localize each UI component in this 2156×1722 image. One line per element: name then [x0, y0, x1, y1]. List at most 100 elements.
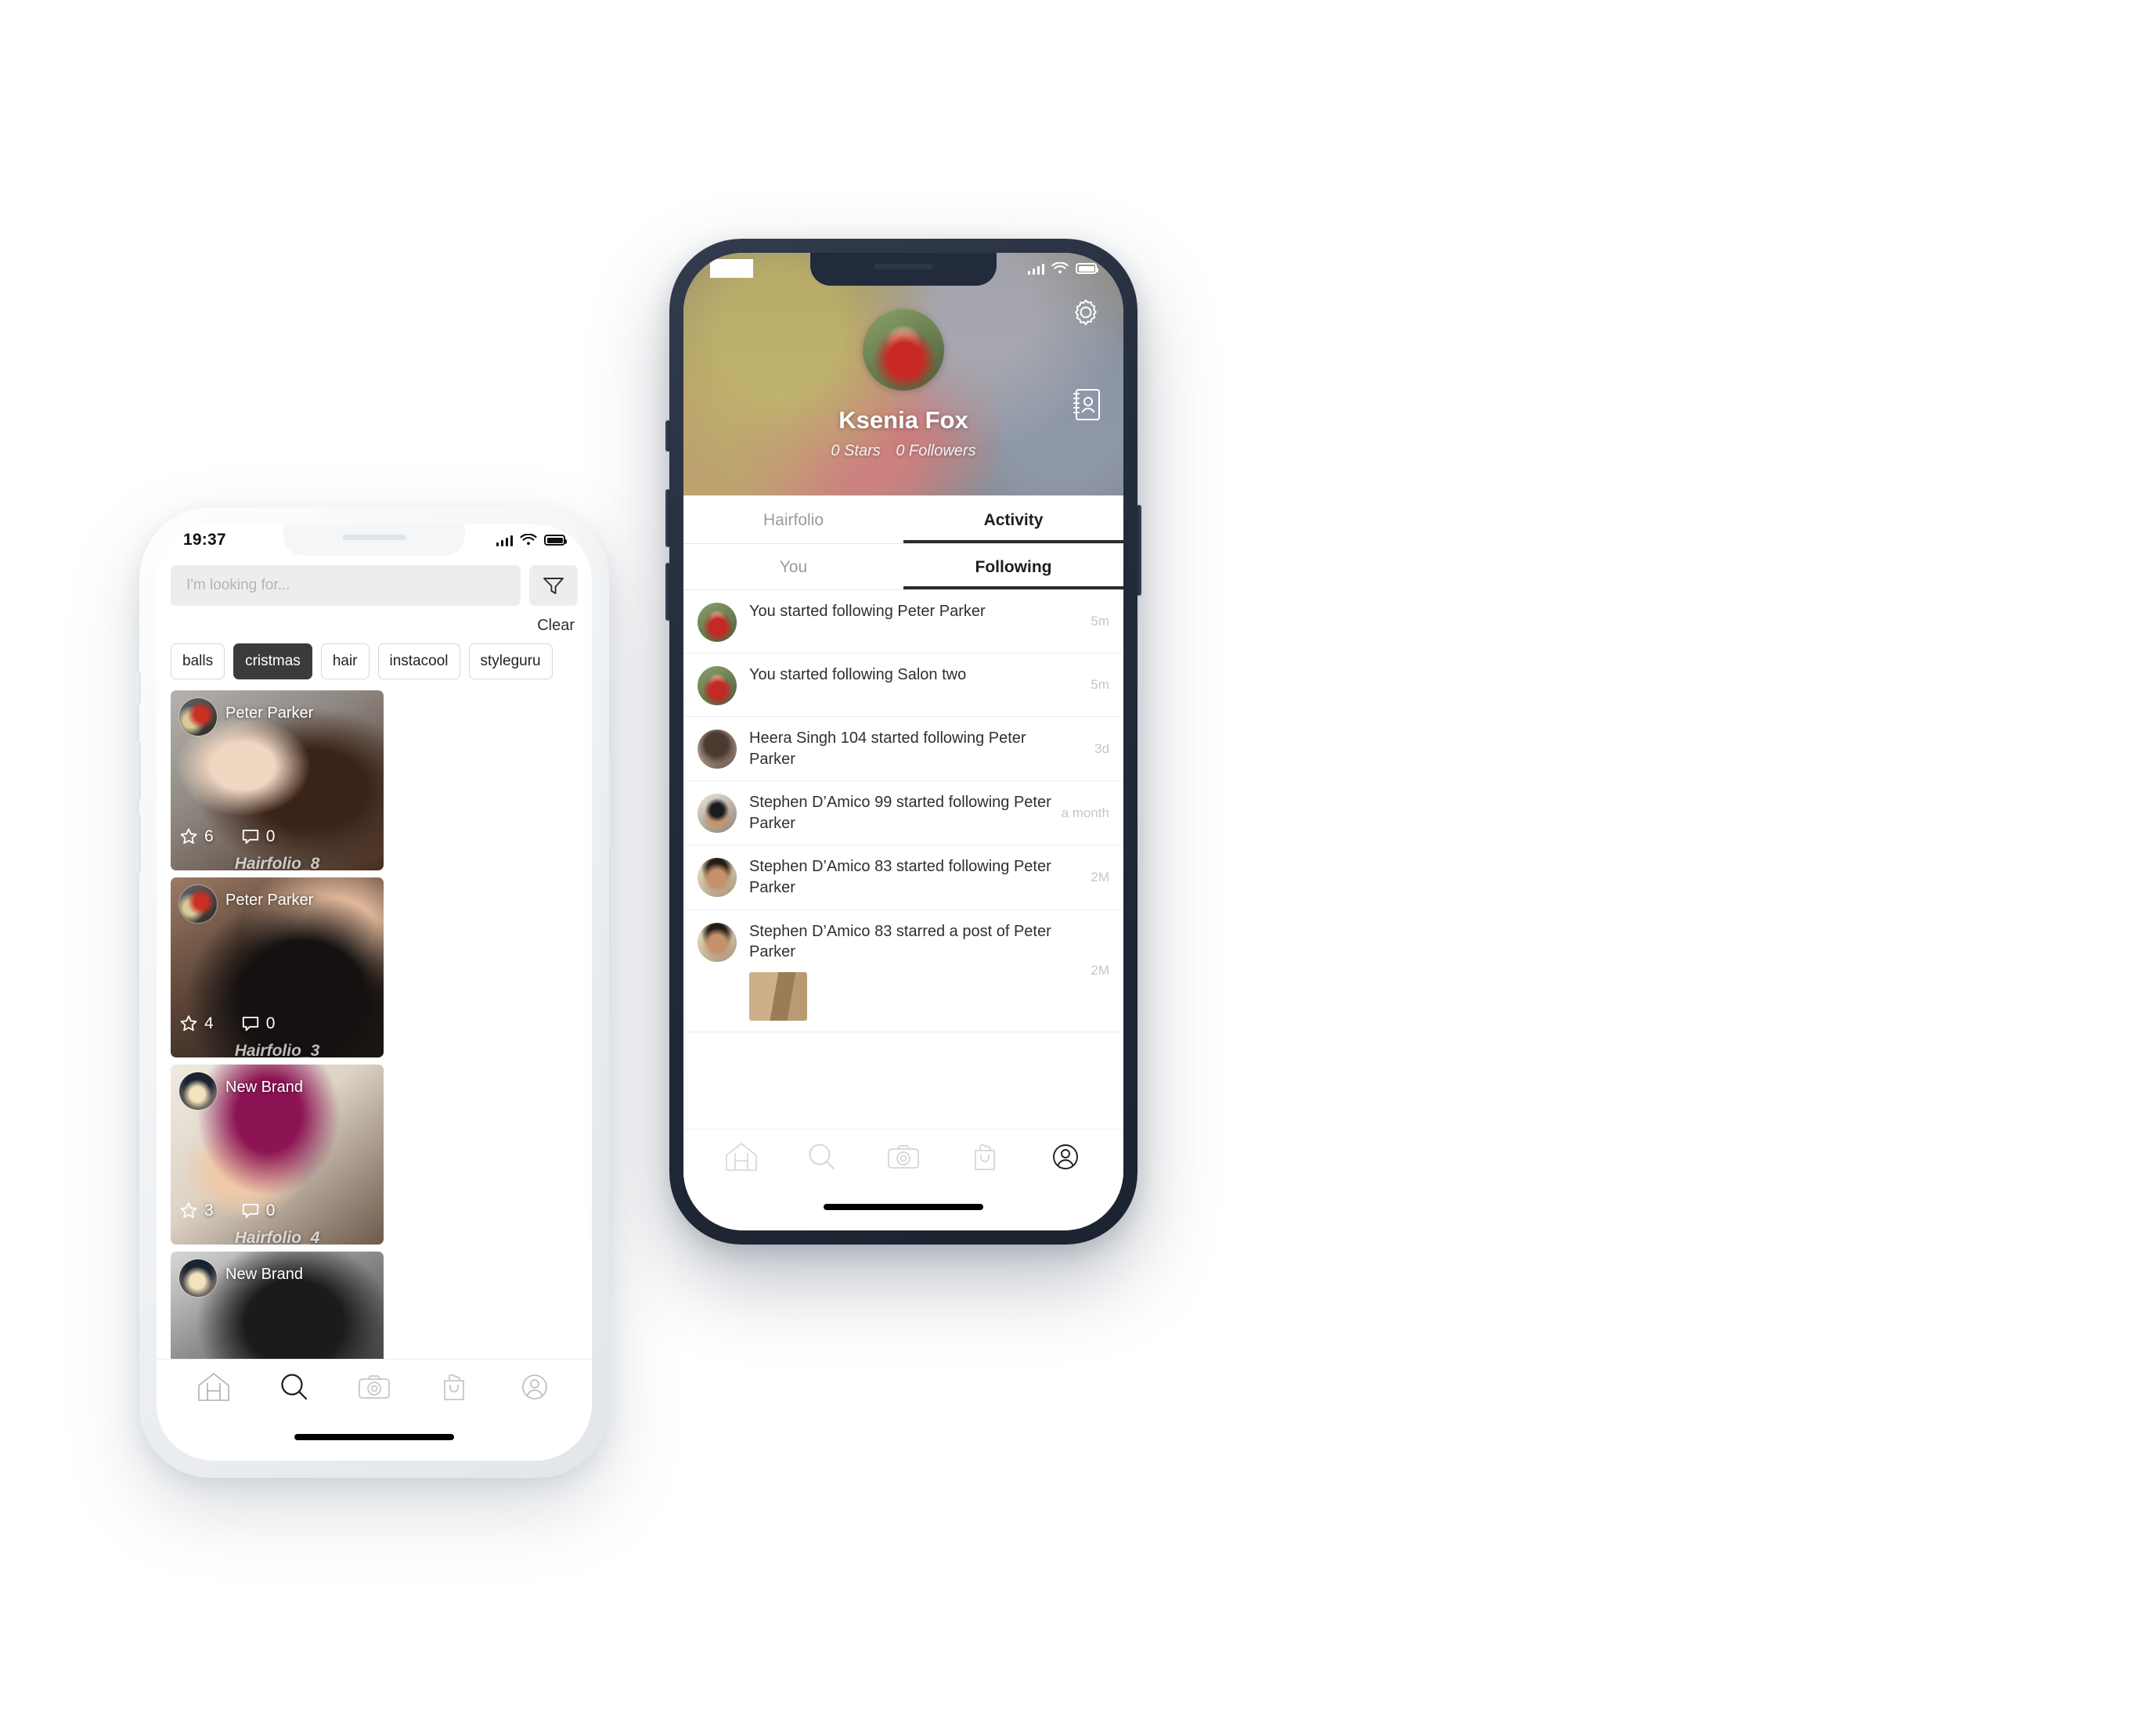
post-card[interactable]: Peter Parker 6 0 Hairfolio_8	[171, 690, 384, 870]
post-meta: 4 0	[178, 1014, 275, 1034]
stars-count: 0 Stars	[831, 442, 881, 459]
post-owner-name: New Brand	[225, 1266, 303, 1283]
list-item[interactable]: Stephen D’Amico 99 started following Pet…	[683, 781, 1123, 846]
post-owner-name: Peter Parker	[225, 704, 314, 722]
star-icon	[180, 828, 197, 845]
power-button[interactable]	[1137, 505, 1141, 596]
clear-button[interactable]: Clear	[537, 617, 575, 634]
activity-text: Stephen D’Amico 83 started following Pet…	[749, 858, 1051, 896]
activity-timestamp: 2M	[1091, 963, 1109, 978]
profile-icon[interactable]	[1047, 1140, 1083, 1177]
activity-text: You started following Salon two	[749, 666, 967, 683]
tab-activity[interactable]: Activity	[903, 495, 1123, 543]
avatar[interactable]	[178, 697, 218, 737]
tab-following[interactable]: Following	[903, 544, 1123, 589]
avatar[interactable]	[698, 922, 737, 962]
comment-icon	[242, 1016, 258, 1032]
activity-timestamp: 5m	[1091, 677, 1109, 692]
home-icon[interactable]	[723, 1140, 759, 1177]
volume-down-button[interactable]	[135, 814, 141, 874]
camera-icon[interactable]	[885, 1140, 921, 1177]
status-bar-left: 19:37	[157, 524, 592, 556]
list-item[interactable]: Stephen D’Amico 83 started following Pet…	[683, 845, 1123, 910]
bottom-tabbar-left	[157, 1359, 592, 1461]
home-indicator[interactable]	[824, 1204, 983, 1210]
search-input[interactable]: I'm looking for...	[171, 565, 521, 606]
profile-stats: 0 Stars 0 Followers	[683, 442, 1123, 460]
home-indicator[interactable]	[294, 1434, 454, 1440]
phone-device-right: 17:37 Ksenia Fox 0 Stars 0 Followers Hai…	[665, 239, 1141, 1245]
primary-tabs: Hairfolio Activity	[683, 495, 1123, 544]
secondary-tabs: You Following	[683, 544, 1123, 590]
filter-button[interactable]	[529, 565, 578, 606]
star-count-value: 3	[204, 1201, 214, 1219]
list-item[interactable]: You started following Salon two 5m	[683, 654, 1123, 717]
volume-up-button[interactable]	[665, 489, 670, 547]
tag-filter-list: balls cristmas hair instacool styleguru	[157, 635, 592, 679]
comment-count-value: 0	[265, 1201, 276, 1219]
cellular-signal-icon	[496, 535, 513, 546]
wifi-icon	[1051, 262, 1069, 274]
avatar[interactable]	[178, 1259, 218, 1298]
volume-up-button[interactable]	[135, 740, 141, 800]
list-item[interactable]: Heera Singh 104 started following Peter …	[683, 717, 1123, 782]
activity-timestamp: 2M	[1091, 869, 1109, 884]
activity-text: You started following Peter Parker	[749, 603, 986, 620]
tag-chip-cristmas[interactable]: cristmas	[233, 643, 312, 679]
profile-icon[interactable]	[517, 1371, 553, 1407]
bottom-tabbar-right	[683, 1129, 1123, 1230]
activity-text: Stephen D’Amico 99 started following Pet…	[749, 794, 1051, 832]
activity-text: Stephen D’Amico 83 starred a post of Pet…	[749, 922, 1051, 961]
list-item[interactable]: Stephen D’Amico 83 starred a post of Pet…	[683, 910, 1123, 1032]
star-icon	[180, 1015, 197, 1032]
profile-name: Ksenia Fox	[838, 406, 968, 434]
post-card[interactable]: Peter Parker 4 0 Hairfolio_3	[171, 877, 384, 1057]
post-meta: 6 0	[178, 827, 275, 847]
tab-hairfolio[interactable]: Hairfolio	[683, 495, 903, 543]
status-time: 17:37	[710, 259, 753, 278]
avatar[interactable]	[698, 730, 737, 769]
activity-timestamp: 3d	[1094, 740, 1109, 756]
camera-icon[interactable]	[356, 1371, 392, 1407]
tag-chip-balls[interactable]: balls	[171, 643, 225, 679]
mute-switch[interactable]	[665, 420, 670, 452]
phone-right-screen: 17:37 Ksenia Fox 0 Stars 0 Followers Hai…	[683, 253, 1123, 1230]
star-count-value: 4	[204, 1014, 214, 1032]
post-owner-name: New Brand	[225, 1079, 303, 1096]
mute-switch[interactable]	[135, 672, 141, 704]
avatar[interactable]	[698, 603, 737, 642]
post-thumbnail[interactable]	[749, 971, 807, 1021]
comment-count-value: 0	[265, 1014, 276, 1032]
power-button[interactable]	[608, 756, 613, 848]
avatar[interactable]	[178, 884, 218, 924]
comment-icon	[242, 1203, 258, 1219]
avatar[interactable]	[698, 666, 737, 705]
avatar[interactable]	[698, 858, 737, 898]
gear-icon[interactable]	[1070, 297, 1101, 332]
avatar[interactable]	[863, 309, 944, 391]
tag-chip-styleguru[interactable]: styleguru	[468, 643, 553, 679]
avatar[interactable]	[178, 1072, 218, 1111]
post-card[interactable]: New Brand 3 0 Hairfolio_4	[171, 1065, 384, 1245]
shopping-bag-icon[interactable]	[967, 1140, 1003, 1177]
post-caption: Hairfolio_8	[234, 855, 320, 870]
status-time: 19:37	[183, 531, 226, 549]
home-icon[interactable]	[196, 1371, 232, 1407]
post-meta: 3 0	[178, 1201, 275, 1221]
comment-count-value: 0	[265, 827, 276, 845]
tag-chip-instacool[interactable]: instacool	[377, 643, 460, 679]
comment-count: 0	[240, 827, 276, 847]
search-icon[interactable]	[804, 1140, 840, 1177]
list-item[interactable]: You started following Peter Parker 5m	[683, 590, 1123, 654]
shopping-bag-icon[interactable]	[436, 1371, 472, 1407]
cellular-signal-icon	[1027, 263, 1044, 275]
tag-chip-hair[interactable]: hair	[320, 643, 370, 679]
avatar[interactable]	[698, 794, 737, 834]
tab-you[interactable]: You	[683, 544, 903, 589]
activity-text: Heera Singh 104 started following Peter …	[749, 730, 1026, 768]
volume-down-button[interactable]	[665, 563, 670, 621]
comment-count: 0	[240, 1201, 276, 1221]
post-caption: Hairfolio_4	[234, 1229, 320, 1245]
clear-row: Clear	[157, 606, 592, 635]
search-icon[interactable]	[276, 1371, 312, 1407]
